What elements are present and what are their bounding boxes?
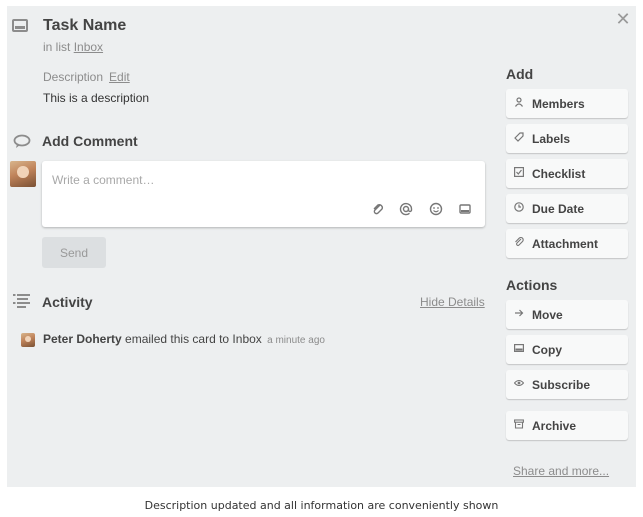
emoji-icon[interactable]: [428, 201, 444, 217]
move-label: Move: [532, 307, 563, 322]
card-icon[interactable]: [457, 201, 473, 217]
in-list-prefix: in list: [43, 40, 71, 54]
arrow-right-icon: [506, 308, 532, 321]
close-icon[interactable]: ✕: [614, 10, 632, 28]
activity-user[interactable]: Peter Doherty: [43, 332, 122, 346]
members-label: Members: [532, 96, 585, 111]
caption: Description updated and all information …: [144, 499, 499, 512]
description-text[interactable]: This is a description: [43, 91, 149, 105]
share-and-more-link[interactable]: Share and more...: [513, 464, 609, 478]
due-date-button[interactable]: Due Date: [506, 194, 628, 223]
members-button[interactable]: Members: [506, 89, 628, 118]
card-detail-modal: ✕ Task Name in list Inbox Description Edi…: [7, 6, 636, 487]
subscribe-button[interactable]: Subscribe: [506, 370, 628, 399]
description-label: Description: [43, 70, 104, 84]
comment-box: [42, 161, 485, 227]
list-link[interactable]: Inbox: [74, 40, 103, 54]
mention-icon[interactable]: [398, 201, 414, 217]
copy-label: Copy: [532, 342, 562, 357]
add-section-title: Add: [506, 66, 534, 82]
description-edit-link[interactable]: Edit: [109, 70, 130, 84]
archive-button[interactable]: Archive: [506, 411, 628, 440]
archive-icon: [506, 419, 532, 432]
card-icon: [506, 343, 532, 356]
add-comment-title: Add Comment: [42, 133, 138, 149]
avatar[interactable]: [21, 333, 35, 347]
copy-button[interactable]: Copy: [506, 335, 628, 364]
activity-title: Activity: [42, 294, 93, 310]
card-icon: [12, 19, 28, 32]
attachment-label: Attachment: [532, 236, 599, 251]
move-button[interactable]: Move: [506, 300, 628, 329]
avatar: [10, 161, 36, 187]
person-icon: [506, 97, 532, 110]
description-header: Description Edit: [43, 70, 130, 84]
labels-button[interactable]: Labels: [506, 124, 628, 153]
activity-text: emailed this card to Inbox: [125, 332, 262, 346]
attachment-icon[interactable]: [370, 201, 386, 217]
checkbox-icon: [506, 167, 532, 180]
actions-section-title: Actions: [506, 277, 558, 293]
paperclip-icon: [506, 237, 532, 250]
card-title[interactable]: Task Name: [43, 17, 126, 35]
checklist-label: Checklist: [532, 166, 586, 181]
comment-input[interactable]: [42, 161, 485, 199]
list-info: in list Inbox: [43, 40, 103, 54]
activity-list-icon: [13, 294, 30, 308]
archive-label: Archive: [532, 418, 577, 433]
attachment-button[interactable]: Attachment: [506, 229, 628, 258]
labels-label: Labels: [532, 131, 571, 146]
checklist-button[interactable]: Checklist: [506, 159, 628, 188]
send-button[interactable]: Send: [42, 237, 106, 268]
due-date-label: Due Date: [532, 201, 585, 216]
activity-item: Peter Doherty emailed this card to Inbox…: [43, 332, 325, 346]
tag-icon: [506, 132, 532, 145]
eye-icon: [506, 378, 532, 391]
activity-time: a minute ago: [267, 335, 325, 346]
comment-icon: [13, 134, 31, 148]
subscribe-label: Subscribe: [532, 377, 591, 392]
clock-icon: [506, 202, 532, 215]
hide-details-link[interactable]: Hide Details: [420, 295, 485, 309]
